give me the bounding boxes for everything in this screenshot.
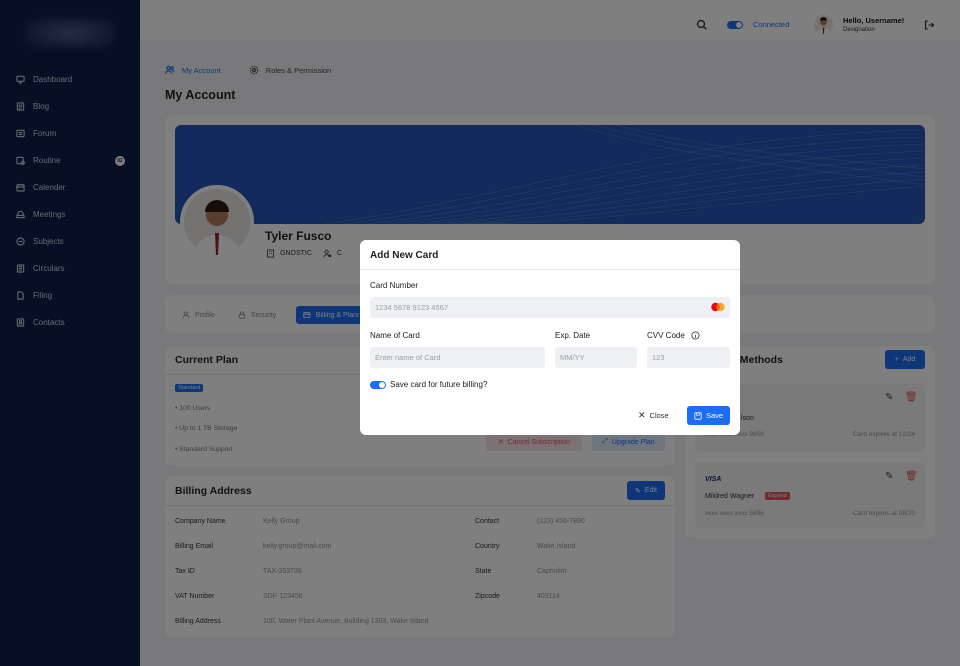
exp-date-input[interactable] [555, 347, 637, 368]
cvv-input[interactable] [647, 347, 730, 368]
save-card-toggle[interactable] [370, 381, 386, 389]
name-label: Name of Card [370, 331, 420, 340]
modal-title: Add New Card [370, 250, 439, 261]
card-name-input[interactable] [370, 347, 545, 368]
add-card-modal: Add New Card Card Number Name of Card Ex… [360, 240, 740, 435]
close-button[interactable]: ✕ Close [638, 410, 669, 421]
button-label: Save [705, 411, 724, 420]
button-label: Close [649, 411, 669, 420]
save-icon [694, 411, 702, 420]
card-number-label: Card Number [370, 281, 419, 290]
mastercard-icon [711, 302, 725, 312]
save-card-label: Save card for future billing? [390, 380, 488, 389]
save-button[interactable]: Save [687, 406, 730, 425]
info-icon[interactable] [691, 331, 700, 340]
card-number-input[interactable] [370, 297, 730, 318]
cvv-label: CVV Code [647, 331, 685, 340]
exp-date-label: Exp. Date [555, 331, 591, 340]
close-icon: ✕ [638, 410, 646, 420]
divider [360, 269, 740, 270]
